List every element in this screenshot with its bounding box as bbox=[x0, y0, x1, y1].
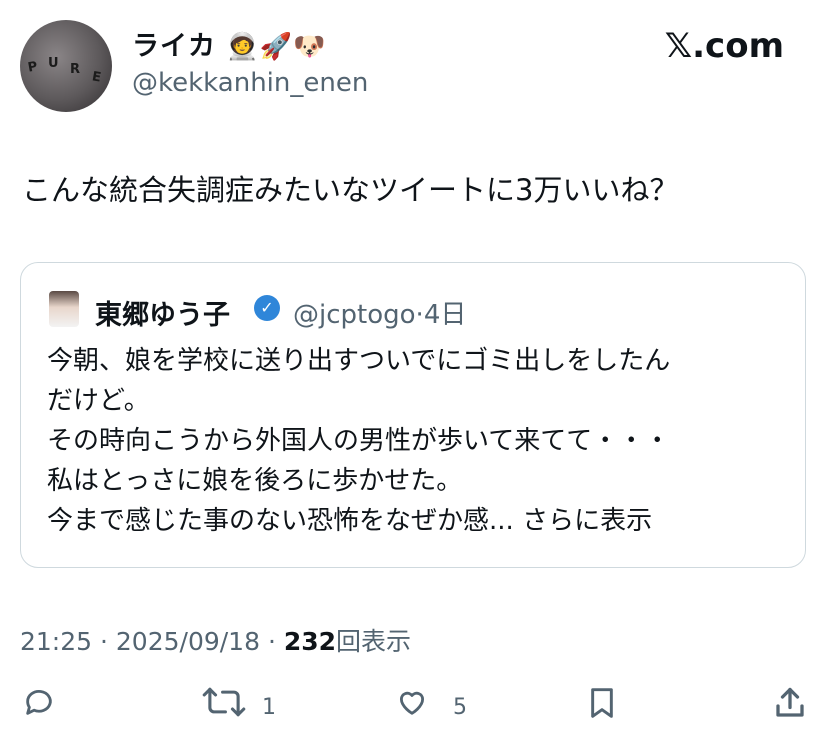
meta-separator: · bbox=[267, 627, 276, 656]
view-count: 232 bbox=[283, 627, 337, 656]
retweet-button[interactable] bbox=[200, 685, 248, 719]
quoted-handle[interactable]: @jcptogo bbox=[293, 300, 416, 330]
avatar-letter: R bbox=[70, 62, 81, 77]
quoted-author-name[interactable]: 東郷ゆう子 bbox=[95, 293, 230, 332]
avatar-letter: U bbox=[48, 56, 59, 71]
quoted-time[interactable]: 4日 bbox=[424, 300, 467, 330]
site-logo: 𝕏.com bbox=[664, 26, 784, 66]
like-icon bbox=[399, 691, 425, 715]
tweet-meta: 21:25 · 2025/09/18 · 232回表示 bbox=[20, 622, 411, 658]
quoted-line: 私はとっさに娘を後ろに歩かせた。 bbox=[47, 466, 463, 496]
quoted-line: 今まで感じた事のない恐怖をなぜか感... bbox=[47, 506, 514, 536]
author-handle[interactable]: @kekkanhin_enen bbox=[132, 68, 368, 98]
quoted-line-last: 今まで感じた事のない恐怖をなぜか感... さらに表示 bbox=[47, 501, 787, 541]
quoted-author-avatar[interactable] bbox=[49, 291, 79, 327]
like-button[interactable] bbox=[394, 685, 430, 719]
reply-button[interactable] bbox=[22, 685, 56, 719]
quoted-body: 今朝、娘を学校に送り出すついでにゴミ出しをしたん だけど。 その時向こうから外国… bbox=[47, 341, 787, 541]
bookmark-icon bbox=[591, 688, 613, 718]
view-label: 回表示 bbox=[336, 627, 412, 656]
tweet-text: こんな統合失調症みたいなツイートに3万いいね？ bbox=[22, 173, 679, 207]
author-name-text: ライカ bbox=[132, 31, 216, 62]
author-name-emojis: 🧑‍🚀🚀🐶 bbox=[226, 32, 327, 62]
quoted-separator: · bbox=[415, 300, 424, 330]
meta-separator: · bbox=[100, 627, 108, 656]
bookmark-button[interactable] bbox=[586, 685, 618, 721]
avatar-letter: P bbox=[26, 59, 39, 76]
tweet-date[interactable]: 2025/09/18 bbox=[116, 627, 260, 656]
share-icon bbox=[776, 687, 804, 717]
quoted-line: 今朝、娘を学校に送り出すついでにゴミ出しをしたん bbox=[47, 346, 671, 376]
author-avatar[interactable]: P U R E bbox=[20, 20, 112, 112]
avatar-letter: E bbox=[90, 69, 103, 86]
share-button[interactable] bbox=[772, 685, 808, 721]
like-count: 5 bbox=[453, 695, 467, 720]
retweet-count: 1 bbox=[262, 695, 276, 720]
quoted-line: その時向こうから外国人の男性が歩いて来てて・・・ bbox=[47, 426, 671, 456]
quoted-line: だけど。 bbox=[47, 386, 150, 416]
tweet-time[interactable]: 21:25 bbox=[20, 627, 92, 656]
action-bar: 1 5 bbox=[0, 685, 828, 735]
author-display-name[interactable]: ライカ 🧑‍🚀🚀🐶 bbox=[132, 24, 327, 63]
verified-icon: ✓ bbox=[254, 295, 280, 321]
quoted-tweet[interactable]: 東郷ゆう子 ✓ @jcptogo·4日 今朝、娘を学校に送り出すついでにゴミ出し… bbox=[20, 262, 806, 568]
show-more-link[interactable]: さらに表示 bbox=[522, 506, 652, 536]
quoted-meta: @jcptogo·4日 bbox=[293, 294, 466, 331]
reply-icon bbox=[26, 690, 52, 715]
retweet-icon bbox=[202, 687, 246, 717]
